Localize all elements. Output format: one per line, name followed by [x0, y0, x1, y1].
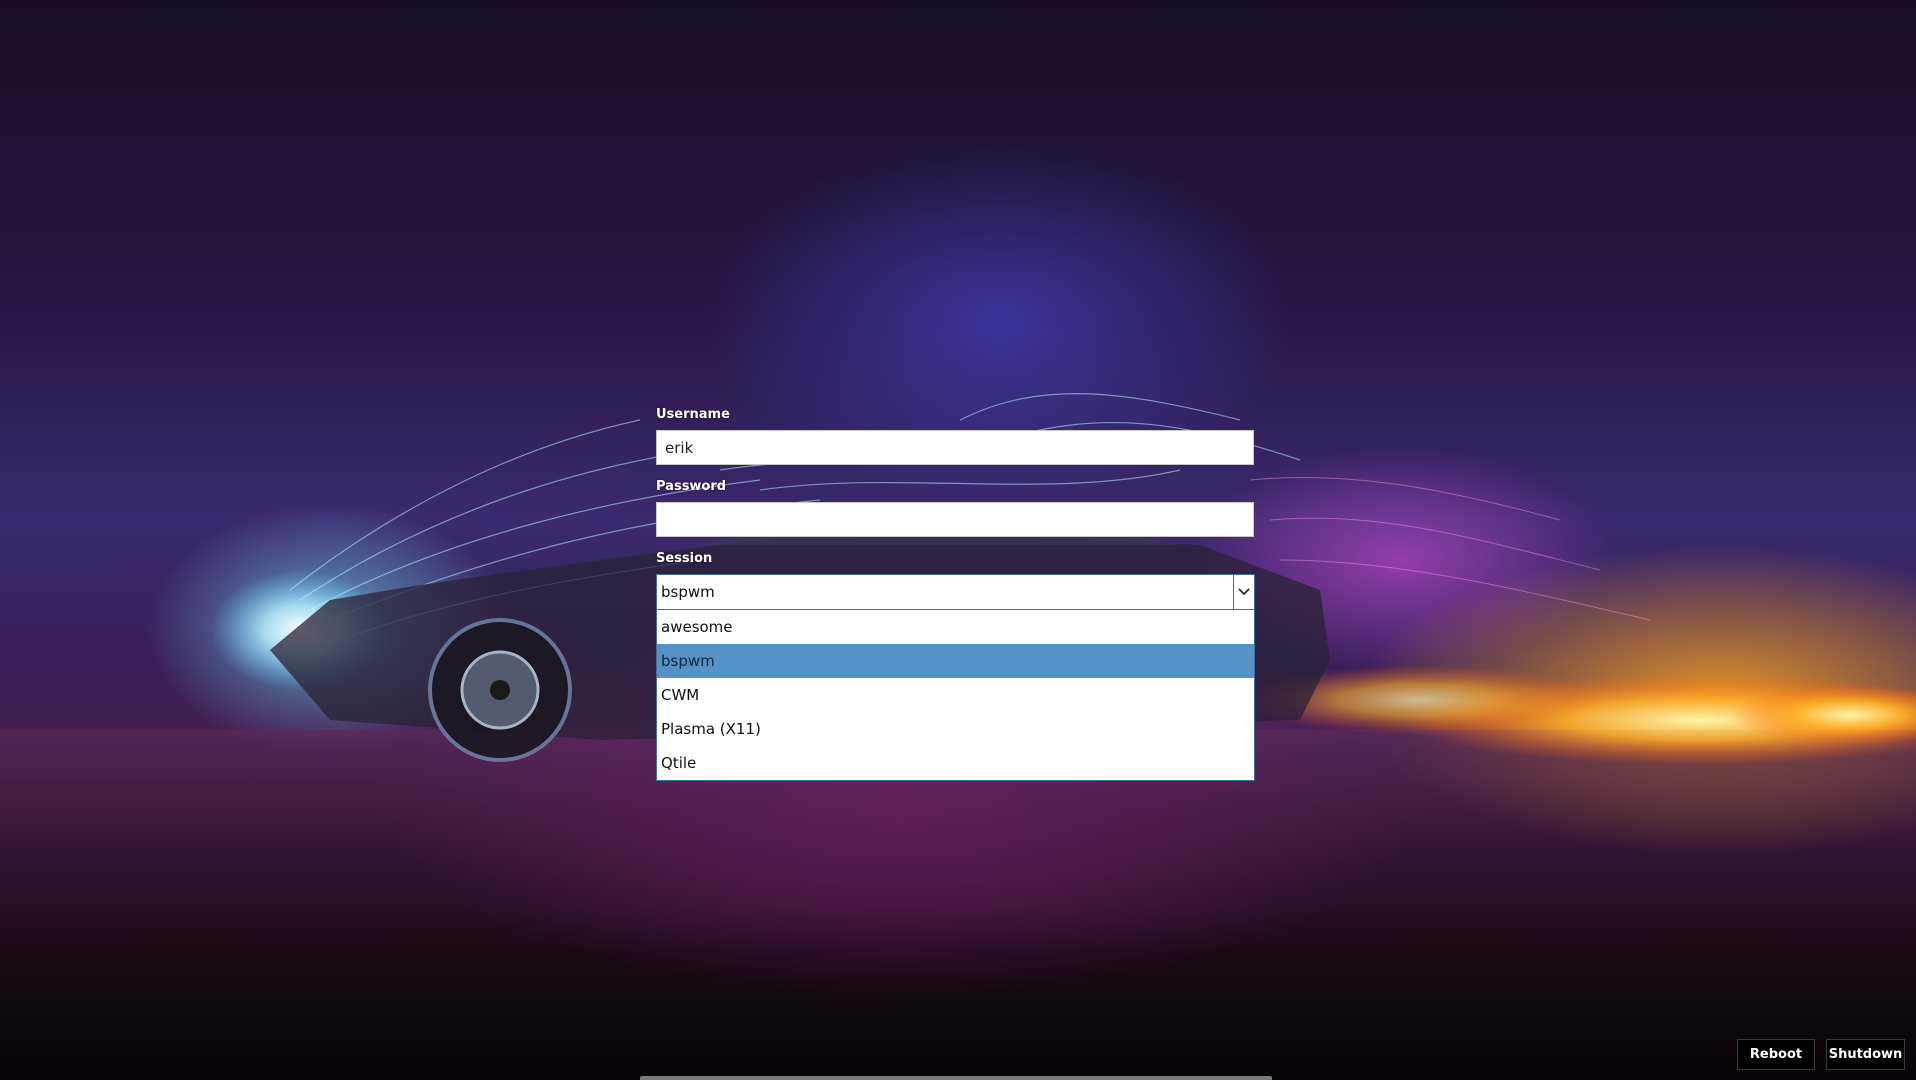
password-label: Password	[656, 479, 727, 494]
car-illustration	[270, 515, 1330, 768]
session-label: Session	[656, 551, 713, 566]
session-option-bspwm[interactable]: bspwm	[657, 644, 1254, 678]
session-option-qtile[interactable]: Qtile	[657, 746, 1254, 780]
session-option-plasma-x11[interactable]: Plasma (X11)	[657, 712, 1254, 746]
session-dropdown[interactable]: bspwm	[656, 574, 1255, 610]
chevron-down-icon[interactable]	[1233, 575, 1254, 609]
session-option-awesome[interactable]: awesome	[657, 610, 1254, 644]
username-label: Username	[656, 407, 730, 422]
session-selected-value: bspwm	[661, 583, 715, 601]
session-option-cwm[interactable]: CWM	[657, 678, 1254, 712]
login-screen: Username Password Session bspwm awesome …	[0, 0, 1916, 1080]
session-options-list: awesome bspwm CWM Plasma (X11) Qtile	[656, 610, 1255, 781]
reboot-button[interactable]: Reboot	[1737, 1039, 1815, 1070]
bottom-panel-handle	[640, 1076, 1272, 1080]
shutdown-button[interactable]: Shutdown	[1826, 1039, 1905, 1070]
username-input[interactable]	[656, 430, 1254, 465]
password-input[interactable]	[656, 502, 1254, 537]
